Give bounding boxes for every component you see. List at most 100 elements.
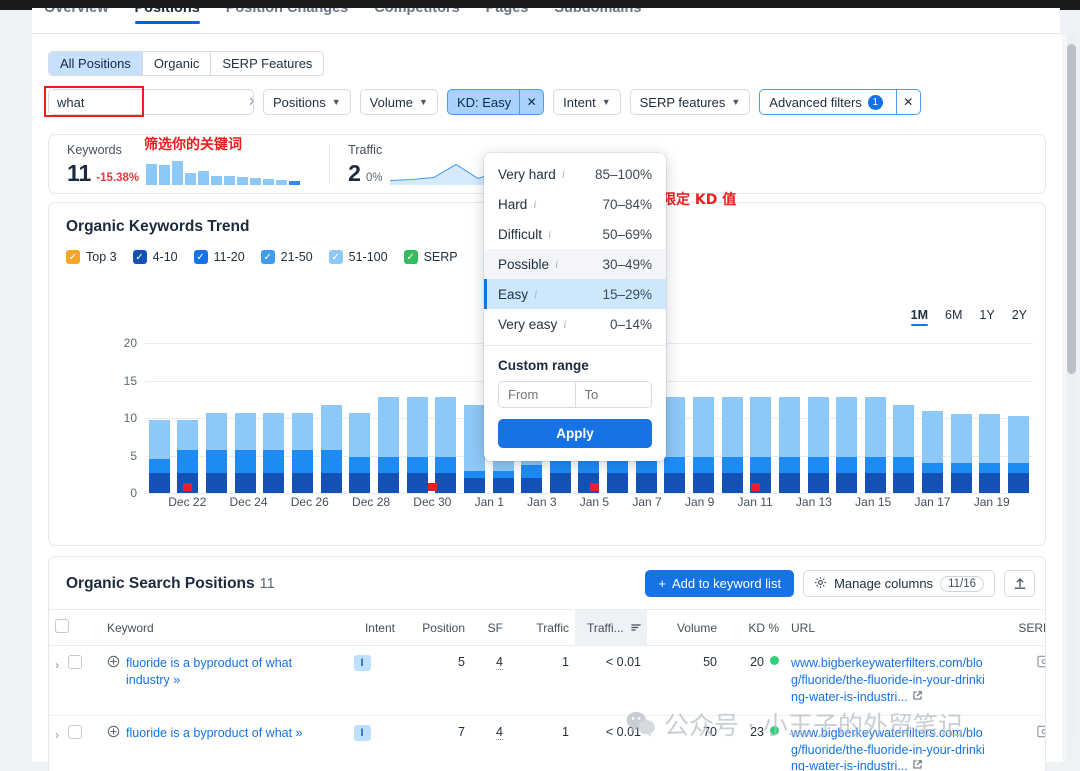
bar-slot[interactable]	[145, 343, 174, 493]
select-all-header[interactable]	[49, 609, 101, 646]
range-6m[interactable]: 6M	[945, 308, 962, 326]
intent-badge[interactable]: I	[353, 724, 371, 741]
legend-checkbox[interactable]: ✓	[328, 250, 343, 264]
filter-serp-features[interactable]: SERP features ▼	[629, 89, 751, 115]
legend-checkbox[interactable]: ✓	[66, 250, 80, 264]
bar-slot[interactable]	[288, 343, 317, 493]
legend-checkbox[interactable]: ✓	[132, 250, 147, 264]
manage-columns-button[interactable]: Manage columns 11/16	[803, 570, 995, 597]
kd-option-difficult[interactable]: Difficult i 50–69%	[484, 219, 666, 249]
stacked-bar[interactable]	[1008, 415, 1030, 493]
stacked-bar[interactable]	[463, 405, 485, 493]
nav-tab-positions[interactable]: Positions	[134, 8, 201, 24]
stacked-bar[interactable]	[721, 397, 743, 493]
col-traffic[interactable]: Traffic	[509, 609, 575, 646]
stacked-bar[interactable]	[406, 397, 428, 493]
keyword-search-box[interactable]: ✕	[48, 89, 254, 115]
nav-tab-subdomains[interactable]: Subdomains	[554, 8, 641, 24]
legend-item-serp[interactable]: ✓ SERP	[403, 250, 458, 264]
col-position[interactable]: Position	[401, 609, 471, 646]
note-marker-icon[interactable]	[590, 483, 600, 491]
range-1m[interactable]: 1M	[910, 308, 929, 326]
filter-advanced-filters[interactable]: Advanced filters 1 ✕	[759, 89, 921, 115]
legend-checkbox[interactable]: ✓	[260, 250, 275, 264]
clear-search-icon[interactable]: ✕	[241, 94, 253, 110]
range-to-input[interactable]	[575, 382, 651, 407]
nav-tab-competitors[interactable]: Competitors	[374, 8, 459, 24]
intent-badge[interactable]: I	[353, 655, 371, 671]
sort-icon[interactable]	[631, 621, 641, 635]
stacked-bar[interactable]	[377, 397, 399, 493]
remove-filter-icon[interactable]: ✕	[519, 90, 543, 114]
stacked-bar[interactable]	[692, 397, 714, 493]
stacked-bar[interactable]	[206, 412, 228, 493]
add-to-keyword-list-button[interactable]: + Add to keyword list	[645, 570, 795, 597]
stacked-bar[interactable]	[435, 397, 457, 493]
keyword-link[interactable]: fluoride is a byproduct of what industry…	[126, 655, 317, 689]
serp-preview-icon[interactable]	[1037, 725, 1045, 741]
info-icon[interactable]: i	[562, 167, 565, 182]
filter-positions[interactable]: Positions ▼	[263, 89, 351, 115]
stacked-bar[interactable]	[664, 397, 686, 493]
kd-option-very-hard[interactable]: Very hard i 85–100%	[484, 159, 666, 189]
select-all-checkbox[interactable]	[55, 619, 69, 633]
range-from-input[interactable]	[499, 382, 576, 407]
kd-option-very-easy[interactable]: Very easy i 0–14%	[484, 309, 666, 339]
col-sf[interactable]: SF	[471, 609, 509, 646]
legend-checkbox[interactable]: ✓	[193, 250, 208, 264]
add-keyword-icon[interactable]	[107, 655, 120, 671]
stacked-bar[interactable]	[836, 397, 858, 493]
stacked-bar[interactable]	[148, 419, 170, 493]
stacked-bar[interactable]	[750, 397, 772, 493]
search-input[interactable]	[49, 94, 241, 110]
bar-slot[interactable]	[689, 343, 718, 493]
positions-type-segmented-control[interactable]: All Positions Organic SERP Features	[48, 51, 325, 76]
bar-slot[interactable]	[832, 343, 861, 493]
bar-slot[interactable]	[374, 343, 403, 493]
col-keyword[interactable]: Keyword	[101, 609, 323, 646]
bar-slot[interactable]	[947, 343, 976, 493]
bar-slot[interactable]	[202, 343, 231, 493]
remove-filter-icon[interactable]: ✕	[895, 90, 920, 114]
legend-item-11-20[interactable]: ✓ 11-20	[193, 250, 245, 264]
col-volume[interactable]: Volume	[647, 609, 723, 646]
add-keyword-icon[interactable]	[107, 725, 120, 741]
nav-tab-overview[interactable]: Overview	[44, 8, 109, 24]
stacked-bar[interactable]	[807, 397, 829, 493]
row-checkbox[interactable]	[68, 655, 82, 669]
table-row[interactable]: › fluoride is a byproduct of what industr…	[49, 645, 1045, 716]
filter-kd-easy[interactable]: KD: Easy ✕	[446, 89, 545, 115]
bar-slot[interactable]	[976, 343, 1005, 493]
bar-slot[interactable]	[345, 343, 374, 493]
kd-option-easy[interactable]: Easy i 15–29%	[484, 279, 666, 309]
url-link[interactable]: www.bigberkeywaterfilters.com/blog/fluor…	[791, 726, 985, 771]
expand-row-icon[interactable]: ›	[55, 658, 59, 672]
stacked-bar[interactable]	[349, 412, 371, 493]
keyword-link[interactable]: fluoride is a byproduct of what »	[126, 725, 303, 742]
custom-range-inputs[interactable]	[498, 381, 652, 408]
bar-slot[interactable]	[775, 343, 804, 493]
legend-item-21-50[interactable]: ✓ 21-50	[260, 250, 313, 264]
row-checkbox[interactable]	[68, 724, 82, 739]
bar-slot[interactable]	[804, 343, 833, 493]
apply-button[interactable]: Apply	[498, 419, 652, 448]
scrollbar-thumb[interactable]	[1067, 44, 1076, 374]
stacked-bar[interactable]	[778, 397, 800, 493]
col-kd[interactable]: KD %	[723, 609, 785, 646]
col-url[interactable]: URL	[785, 609, 995, 646]
bar-slot[interactable]	[317, 343, 346, 493]
bar-slot[interactable]	[231, 343, 260, 493]
bar-slot[interactable]	[746, 343, 775, 493]
stacked-bar[interactable]	[950, 414, 972, 493]
kd-option-hard[interactable]: Hard i 70–84%	[484, 189, 666, 219]
stacked-bar[interactable]	[893, 404, 915, 493]
filter-intent[interactable]: Intent ▼	[553, 89, 621, 115]
stacked-bar[interactable]	[979, 414, 1001, 493]
table-row[interactable]: › fluoride is a byproduct of what » I 7 4 1 < …	[49, 715, 1045, 771]
note-marker-icon[interactable]	[428, 483, 438, 491]
sf-value[interactable]: 4	[496, 724, 503, 740]
segment-serp-features[interactable]: SERP Features	[211, 52, 324, 75]
export-button[interactable]	[1004, 570, 1035, 597]
nav-tab-pages[interactable]: Pages	[486, 8, 529, 24]
bar-slot[interactable]	[260, 343, 289, 493]
